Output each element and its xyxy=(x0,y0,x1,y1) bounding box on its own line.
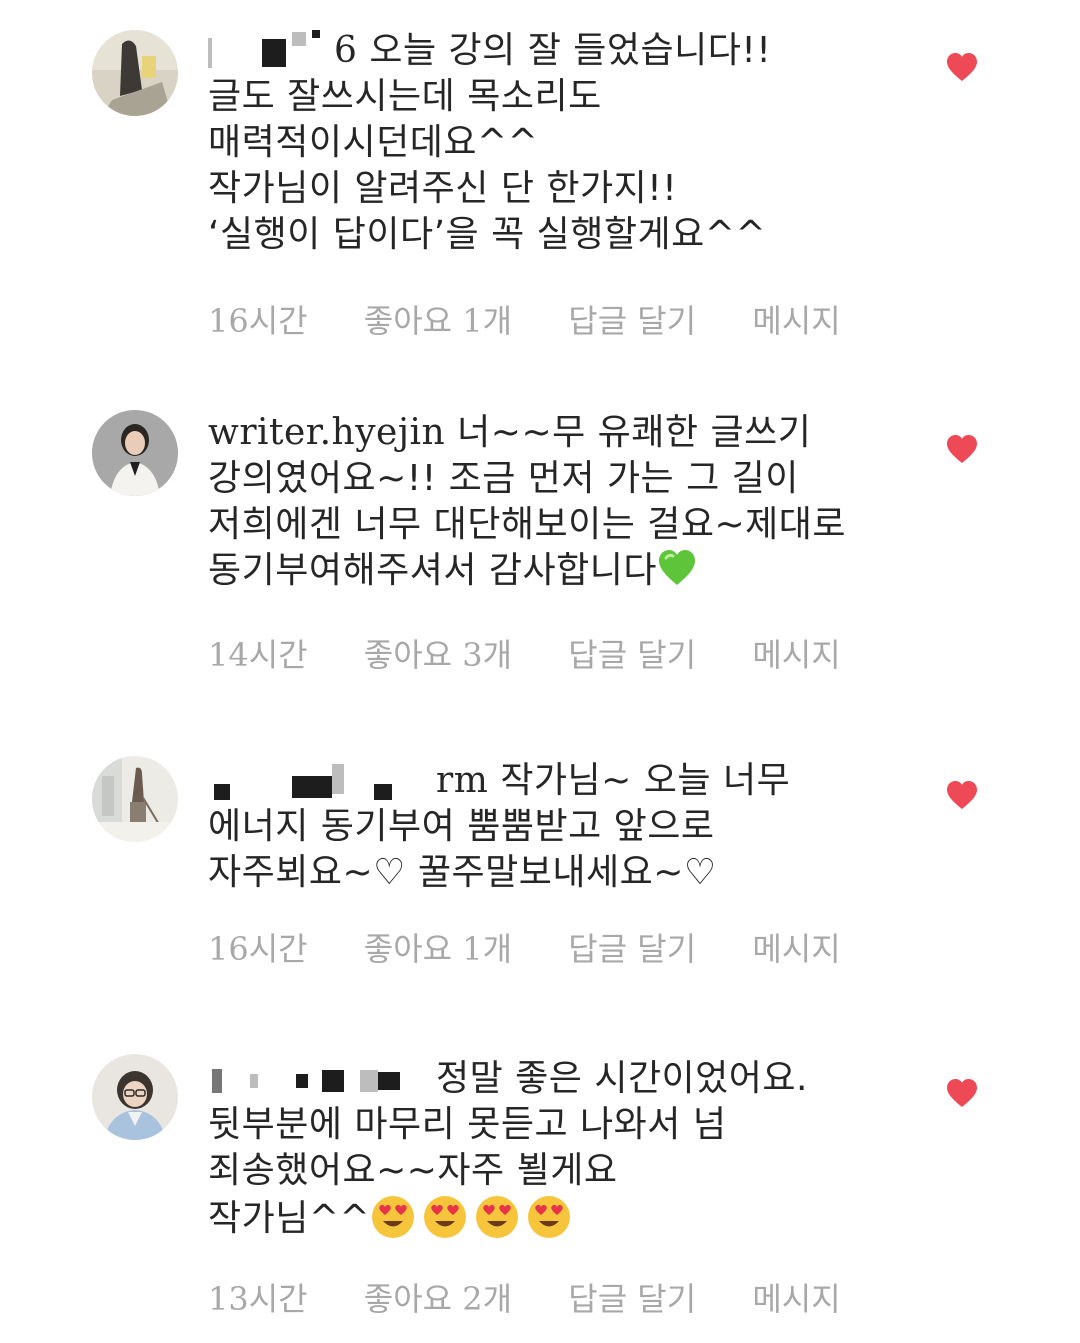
avatar[interactable] xyxy=(92,756,178,842)
like-count[interactable]: 좋아요 1개 xyxy=(364,296,512,342)
comment-text: 강의였어요~!! 조금 먼저 가는 그 길이 xyxy=(208,458,799,499)
comment-text: 죄송했어요~~자주 뵐게요 xyxy=(208,1150,618,1191)
like-heart-icon[interactable] xyxy=(946,1078,978,1108)
message-button[interactable]: 메시지 xyxy=(752,630,840,676)
avatar-photo-icon xyxy=(92,410,178,496)
username-suffix[interactable]: 6 xyxy=(334,30,357,71)
comment-meta: 16시간 좋아요 1개 답글 달기 메시지 xyxy=(208,296,841,342)
comment-time: 16시간 xyxy=(208,302,308,340)
comment-text: 매력적이시던데요^^ xyxy=(208,122,539,163)
heart-eyes-icon xyxy=(476,1196,519,1238)
reply-button[interactable]: 답글 달기 xyxy=(568,630,696,676)
comment-meta: 16시간 좋아요 1개 답글 달기 메시지 xyxy=(208,924,841,970)
comment-text: 작가님이 알려주신 단 한가지!! xyxy=(208,168,678,209)
like-count[interactable]: 좋아요 1개 xyxy=(364,924,512,970)
username-redacted[interactable] xyxy=(208,1058,424,1099)
avatar[interactable] xyxy=(92,1054,178,1140)
comment-text: 작가님^^ xyxy=(208,1198,371,1239)
comment-text-line: rm 작가님~ 오늘 너무 xyxy=(208,758,928,804)
like-heart-icon[interactable] xyxy=(946,780,978,810)
avatar[interactable] xyxy=(92,30,178,116)
comment-text: 동기부여해주셔서 감사합니다 xyxy=(208,550,658,591)
comment-text-line: 작가님^^ xyxy=(208,1194,928,1242)
comment-text: 글도 잘쓰시는데 목소리도 xyxy=(208,76,602,117)
comment-text-line: 6 오늘 강의 잘 들었습니다!! xyxy=(208,28,928,74)
comment-text: ‘실행이 답이다’을 꼭 실행할게요^^ xyxy=(208,214,767,255)
heart-eyes-icon xyxy=(372,1196,415,1238)
comment-text-line: writer.hyejin 너~~무 유쾌한 글쓰기 xyxy=(208,410,928,456)
reply-button[interactable]: 답글 달기 xyxy=(568,296,696,342)
username-redacted[interactable] xyxy=(208,760,436,801)
message-button[interactable]: 메시지 xyxy=(752,924,840,970)
avatar-photo-icon xyxy=(92,1054,178,1140)
comment-text: 정말 좋은 시간이었어요. xyxy=(435,1058,808,1099)
comment-time: 16시간 xyxy=(208,930,308,968)
heart-eyes-emoji-group xyxy=(370,1196,578,1239)
like-heart-icon[interactable] xyxy=(946,434,978,464)
like-count[interactable]: 좋아요 2개 xyxy=(364,1274,512,1320)
comment-time: 14시간 xyxy=(208,636,308,674)
comment-text-line: 동기부여해주셔서 감사합니다 xyxy=(208,548,928,594)
username[interactable]: writer.hyejin xyxy=(208,412,445,453)
comment-text: 작가님~ 오늘 너무 xyxy=(500,760,791,801)
comment-time: 13시간 xyxy=(208,1280,308,1318)
comment-text: 오늘 강의 잘 들었습니다!! xyxy=(369,30,772,71)
like-count[interactable]: 좋아요 3개 xyxy=(364,630,512,676)
heart-eyes-icon xyxy=(528,1196,571,1238)
comment-text: 에너지 동기부여 뿜뿜받고 앞으로 xyxy=(208,806,715,847)
comment-text: 자주뵈요~♡ 꿀주말보내세요~♡ xyxy=(208,852,717,893)
username-suffix[interactable]: rm xyxy=(436,760,488,801)
comment-text: 뒷부분에 마무리 못듣고 나와서 넘 xyxy=(208,1104,727,1145)
comment-text-line: 정말 좋은 시간이었어요. xyxy=(208,1056,928,1102)
message-button[interactable]: 메시지 xyxy=(752,296,840,342)
comment-meta: 14시간 좋아요 3개 답글 달기 메시지 xyxy=(208,630,841,676)
comment-text: 저희에겐 너무 대단해보이는 걸요~제대로 xyxy=(208,504,847,545)
reply-button[interactable]: 답글 달기 xyxy=(568,1274,696,1320)
avatar-photo-icon xyxy=(92,30,178,116)
username-redacted[interactable] xyxy=(208,30,334,71)
reply-button[interactable]: 답글 달기 xyxy=(568,924,696,970)
heart-eyes-icon xyxy=(424,1196,467,1238)
like-heart-icon[interactable] xyxy=(946,52,978,82)
comment-text: 너~~무 유쾌한 글쓰기 xyxy=(457,412,812,453)
message-button[interactable]: 메시지 xyxy=(752,1274,840,1320)
avatar[interactable] xyxy=(92,410,178,496)
comment-meta: 13시간 좋아요 2개 답글 달기 메시지 xyxy=(208,1274,841,1320)
avatar-photo-icon xyxy=(92,756,178,842)
green-heart-icon xyxy=(659,550,696,585)
